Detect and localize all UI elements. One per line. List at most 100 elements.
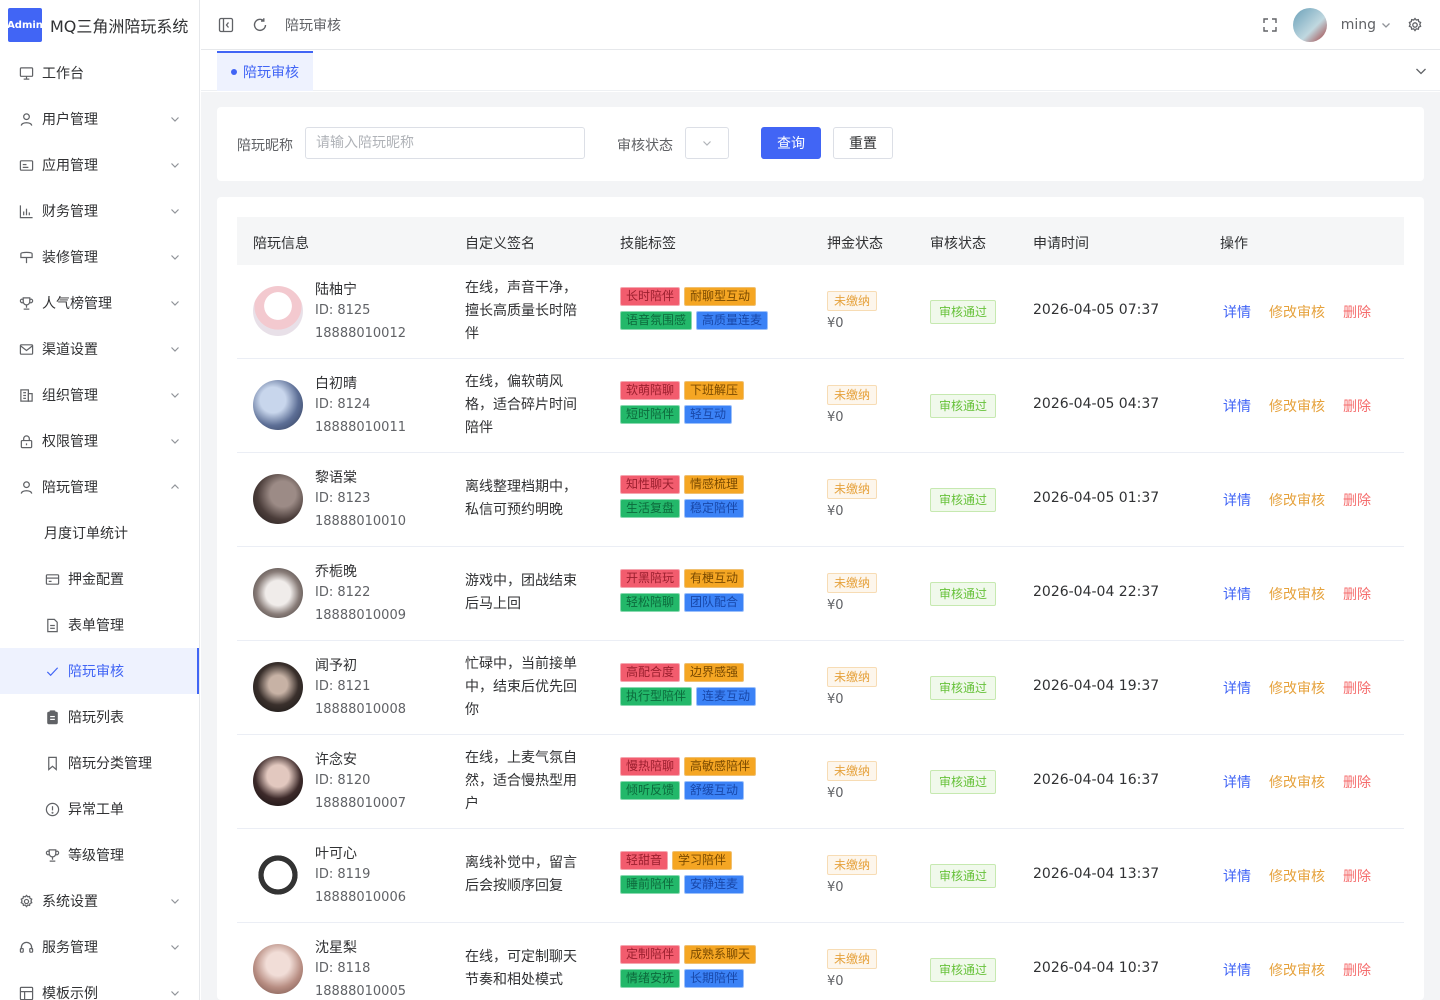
sidebar-item[interactable]: 渠道设置 <box>0 326 199 372</box>
edit-audit-link[interactable]: 修改审核 <box>1269 960 1325 980</box>
sidebar-item[interactable]: 等级管理 <box>0 832 199 878</box>
audit-status-badge: 审核通过 <box>930 582 997 606</box>
sidebar-item-label: 异常工单 <box>68 802 124 818</box>
edit-audit-link[interactable]: 修改审核 <box>1269 490 1325 510</box>
card-icon <box>44 571 60 587</box>
check-icon <box>44 663 60 679</box>
gear-icon[interactable] <box>1406 16 1424 34</box>
user-avatar[interactable] <box>1292 8 1327 42</box>
detail-link[interactable]: 详情 <box>1223 960 1251 980</box>
query-button[interactable]: 查询 <box>761 127 821 159</box>
sidebar-item[interactable]: 陪玩审核 <box>0 648 199 694</box>
sidebar-item[interactable]: 异常工单 <box>0 786 199 832</box>
companion-phone: 18888010007 <box>315 796 406 811</box>
skill-tag: 知性聊天 <box>620 475 681 494</box>
sidebar-item[interactable]: 押金配置 <box>0 556 199 602</box>
reset-button[interactable]: 重置 <box>833 127 893 159</box>
sidebar-item[interactable]: 陪玩管理 <box>0 464 199 510</box>
companion-id: ID: 8118 <box>315 961 371 976</box>
apply-time: 2026-04-04 10:37 <box>1033 960 1160 976</box>
tab-companion-audit[interactable]: 陪玩审核 <box>217 51 313 91</box>
nickname-input[interactable] <box>305 127 585 159</box>
sidebar-item[interactable]: 服务管理 <box>0 924 199 970</box>
companion-phone: 18888010010 <box>315 514 406 529</box>
sidebar-item[interactable]: 陪玩分类管理 <box>0 740 199 786</box>
collapse-sidebar-icon[interactable] <box>217 16 235 34</box>
sidebar-item[interactable]: 月度订单统计 <box>0 510 199 556</box>
sidebar-item-label: 表单管理 <box>68 618 124 634</box>
edit-audit-link[interactable]: 修改审核 <box>1269 302 1325 322</box>
sidebar-item[interactable]: 工作台 <box>0 50 199 96</box>
delete-link[interactable]: 删除 <box>1343 490 1371 510</box>
sidebar-item-label: 应用管理 <box>42 158 98 174</box>
delete-link[interactable]: 删除 <box>1343 396 1371 416</box>
sidebar-item[interactable]: 应用管理 <box>0 142 199 188</box>
audit-status-select[interactable] <box>685 127 729 159</box>
delete-link[interactable]: 删除 <box>1343 960 1371 980</box>
delete-link[interactable]: 删除 <box>1343 772 1371 792</box>
table-row: 陆柚宁 ID: 8125 18888010012 在线，声音干净，擅长高质量长时陪伴长… <box>237 265 1404 359</box>
app-icon <box>18 157 34 173</box>
sidebar-item[interactable]: 用户管理 <box>0 96 199 142</box>
sidebar-item[interactable]: 权限管理 <box>0 418 199 464</box>
sidebar-item[interactable]: 财务管理 <box>0 188 199 234</box>
edit-audit-link[interactable]: 修改审核 <box>1269 678 1325 698</box>
refresh-icon[interactable] <box>251 16 269 34</box>
sidebar-item-label: 陪玩管理 <box>42 480 98 496</box>
info-icon <box>44 801 60 817</box>
detail-link[interactable]: 详情 <box>1223 584 1251 604</box>
detail-link[interactable]: 详情 <box>1223 866 1251 886</box>
chevron-down-icon <box>703 141 711 146</box>
user-menu[interactable]: ming <box>1341 17 1392 33</box>
main-content: 陪玩昵称 审核状态 查询 重置 陪玩信息自定义签名技能标签押金状态审核状态申请时… <box>201 92 1440 1000</box>
companion-name: 许念安 <box>315 752 357 768</box>
detail-link[interactable]: 详情 <box>1223 396 1251 416</box>
delete-link[interactable]: 删除 <box>1343 584 1371 604</box>
sidebar-item-label: 陪玩分类管理 <box>68 756 152 772</box>
skill-tag: 安静连麦 <box>684 875 745 894</box>
detail-link[interactable]: 详情 <box>1223 302 1251 322</box>
fullscreen-icon[interactable] <box>1261 16 1279 34</box>
sidebar-item[interactable]: 装修管理 <box>0 234 199 280</box>
delete-link[interactable]: 删除 <box>1343 678 1371 698</box>
audit-status-badge: 审核通过 <box>930 770 997 794</box>
sidebar-item[interactable]: 陪玩列表 <box>0 694 199 740</box>
skill-tag: 情绪安抚 <box>620 969 681 988</box>
tag-line: 开黑陪玩 有梗互动 <box>620 569 800 588</box>
avatar <box>253 568 303 618</box>
clipboard-icon <box>44 709 60 725</box>
user-icon <box>18 111 34 127</box>
detail-link[interactable]: 详情 <box>1223 772 1251 792</box>
sidebar-item-label: 月度订单统计 <box>44 526 128 542</box>
edit-audit-link[interactable]: 修改审核 <box>1269 772 1325 792</box>
sidebar-item[interactable]: 人气榜管理 <box>0 280 199 326</box>
chevron-down-icon[interactable] <box>1414 64 1428 78</box>
deposit-status-badge: 未缴纳 <box>827 949 878 969</box>
column-header: 陪玩信息 <box>253 236 309 252</box>
skill-tag: 情感梳理 <box>684 475 745 494</box>
edit-audit-link[interactable]: 修改审核 <box>1269 584 1325 604</box>
skill-tag: 慢热陪聊 <box>620 757 681 776</box>
audit-status-badge: 审核通过 <box>930 676 997 700</box>
detail-link[interactable]: 详情 <box>1223 678 1251 698</box>
detail-link[interactable]: 详情 <box>1223 490 1251 510</box>
audit-status-badge: 审核通过 <box>930 394 997 418</box>
chevron-down-icon <box>171 991 179 996</box>
sidebar-item[interactable]: 系统设置 <box>0 878 199 924</box>
delete-link[interactable]: 删除 <box>1343 302 1371 322</box>
edit-audit-link[interactable]: 修改审核 <box>1269 866 1325 886</box>
search-form: 陪玩昵称 审核状态 查询 重置 <box>217 107 1424 181</box>
signature: 在线，上麦气氛自然，适合慢热型用户 <box>465 750 577 812</box>
edit-audit-link[interactable]: 修改审核 <box>1269 396 1325 416</box>
sidebar-item[interactable]: 模板示例 <box>0 970 199 1000</box>
delete-link[interactable]: 删除 <box>1343 866 1371 886</box>
gear-icon <box>18 893 34 909</box>
tag-line: 倾听反馈 舒缓互动 <box>620 781 800 800</box>
sidebar-item-label: 系统设置 <box>42 894 98 910</box>
skill-tag: 学习陪伴 <box>672 851 733 870</box>
sidebar-item-label: 人气榜管理 <box>42 296 112 312</box>
skill-tag: 成熟系聊天 <box>684 945 757 964</box>
sidebar-item[interactable]: 表单管理 <box>0 602 199 648</box>
sidebar-item[interactable]: 组织管理 <box>0 372 199 418</box>
tag-line: 生活复盘 稳定陪伴 <box>620 499 800 518</box>
